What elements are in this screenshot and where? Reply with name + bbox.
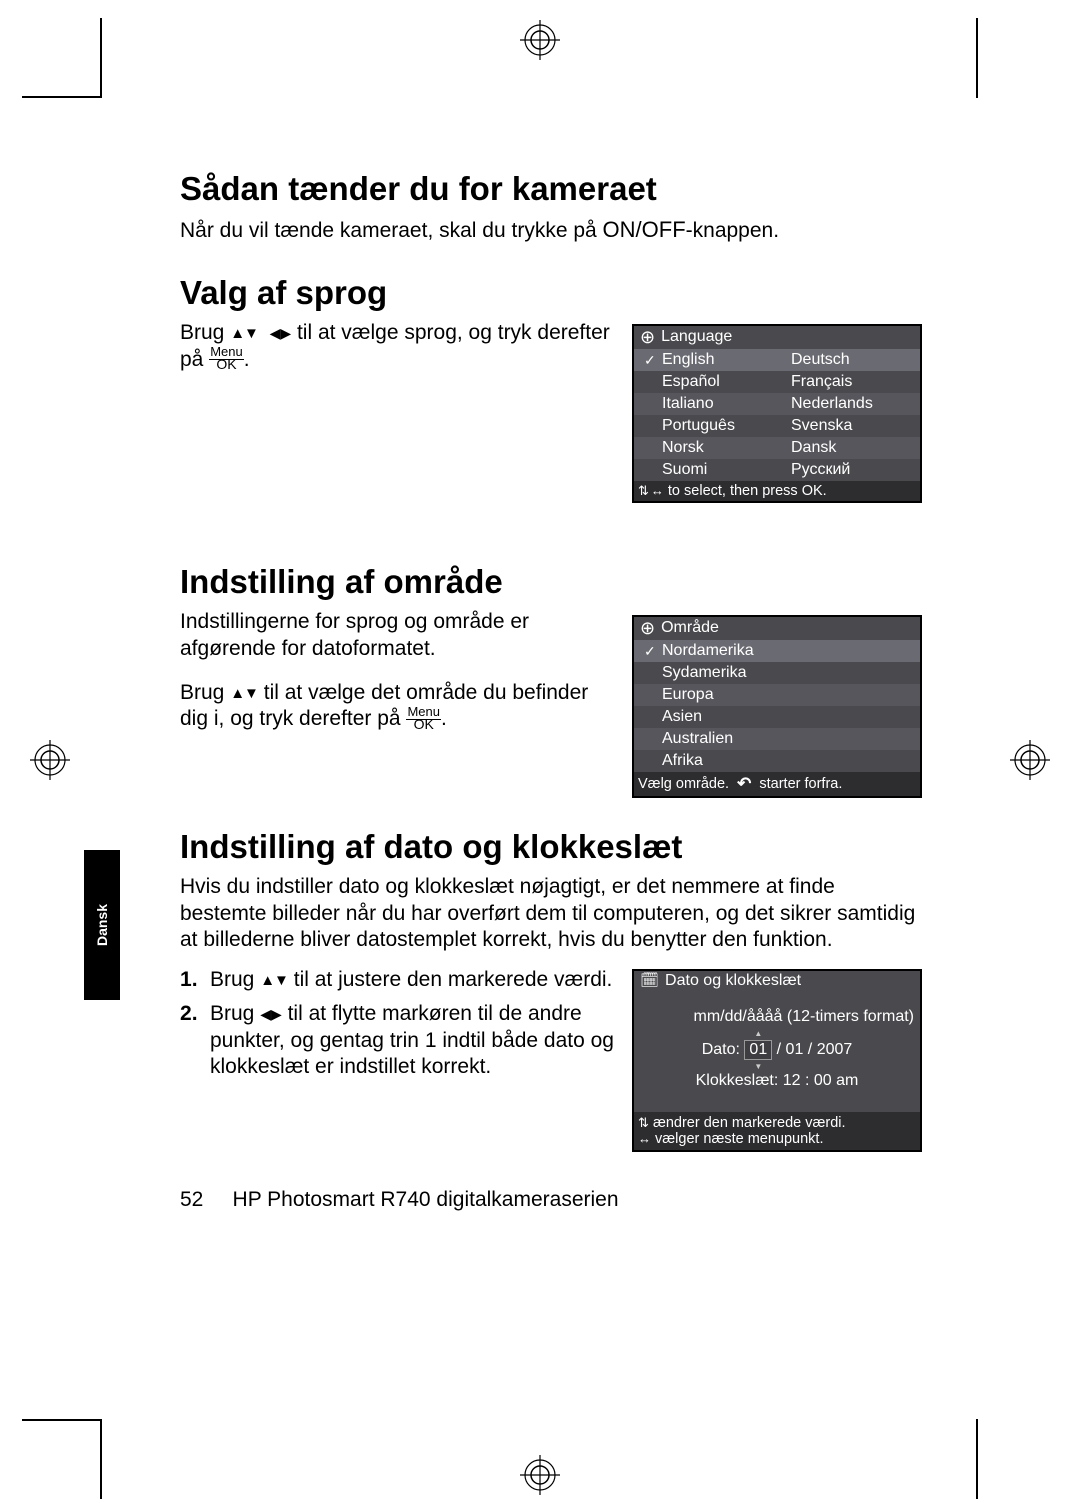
language-option: Deutsch — [791, 351, 920, 369]
heading-region: Indstilling af område — [180, 563, 922, 601]
region-option-row[interactable]: Europa — [634, 684, 920, 706]
datetime-screen: Dato og klokkeslæt mm/dd/åååå (12-timers… — [632, 969, 922, 1152]
language-screen: Language ✓EnglishDeutschEspañolFrançaisI… — [632, 324, 922, 503]
time-row: Klokkeslæt: 12 : 00 am — [634, 1070, 920, 1100]
language-option-row[interactable]: EspañolFrançais — [634, 371, 920, 393]
check-icon: ✓ — [644, 643, 662, 660]
section-language: Valg af sprog Language ✓EnglishDeutschEs… — [180, 274, 922, 503]
language-option: Norsk — [662, 439, 791, 457]
region-option-row[interactable]: Afrika — [634, 750, 920, 772]
paragraph: Når du vil tænde kameraet, skal du trykk… — [180, 216, 922, 244]
date-selected-value[interactable]: 01 — [744, 1040, 772, 1060]
screen-footer: to select, then press OK. — [634, 481, 920, 501]
heading-power-on: Sådan tænder du for kameraet — [180, 170, 922, 208]
language-option-row[interactable]: PortuguêsSvenska — [634, 415, 920, 437]
menu-ok-button-icon: MenuOK — [209, 345, 244, 370]
leftright-arrows-icon — [270, 325, 292, 344]
on-off-label: ON/OFF — [603, 217, 686, 242]
language-tab-label: Dansk — [94, 904, 110, 946]
language-option: Nederlands — [791, 395, 920, 413]
region-screen: Område ✓Nordamerika Sydamerika Europa Asien… — [632, 615, 922, 798]
globe-icon — [640, 617, 655, 638]
heading-language: Valg af sprog — [180, 274, 922, 312]
menu-ok-button-icon: MenuOK — [406, 705, 441, 730]
language-option: Español — [662, 373, 791, 391]
screen-footer: ændrer den markerede værdi. vælger næste… — [634, 1112, 920, 1150]
leftright-arrows-icon — [260, 1006, 282, 1025]
language-option-row[interactable]: ✓EnglishDeutsch — [634, 349, 920, 371]
check-icon: ✓ — [644, 352, 662, 369]
region-option: Nordamerika — [662, 642, 920, 660]
screen-title-bar: Område — [634, 617, 920, 640]
updown-icon — [638, 483, 649, 499]
section-datetime: Indstilling af dato og klokkeslæt Hvis d… — [180, 828, 922, 1152]
language-option: Suomi — [662, 461, 791, 479]
screen-title: Område — [661, 619, 719, 637]
calendar-icon — [640, 971, 659, 990]
language-option: Italiano — [662, 395, 791, 413]
screen-title-bar: Dato og klokkeslæt — [634, 971, 920, 992]
updown-arrows-icon — [230, 325, 258, 344]
page-content: Dansk Sådan tænder du for kameraet Når d… — [180, 170, 922, 1212]
language-option: Français — [791, 373, 920, 391]
language-option: Русский — [791, 461, 920, 479]
language-tab: Dansk — [84, 850, 120, 1000]
screen-title-bar: Language — [634, 326, 920, 349]
screen-title: Language — [661, 328, 732, 346]
paragraph: Brug til at vælge det område du befinder… — [180, 680, 610, 733]
region-option: Sydamerika — [662, 664, 920, 682]
step-2: Brug til at flytte markøren til de andre… — [180, 1001, 620, 1080]
globe-icon — [640, 326, 655, 347]
language-option: Dansk — [791, 439, 920, 457]
region-option-row[interactable]: ✓Nordamerika — [634, 640, 920, 662]
language-option: Svenska — [791, 417, 920, 435]
updown-icon — [638, 1115, 649, 1131]
leftright-icon — [638, 1131, 651, 1147]
page-number: 52 — [180, 1188, 203, 1211]
region-option-row[interactable]: Australien — [634, 728, 920, 750]
screen-title: Dato og klokkeslæt — [665, 972, 801, 990]
heading-datetime: Indstilling af dato og klokkeslæt — [180, 828, 922, 866]
region-option-row[interactable]: Sydamerika — [634, 662, 920, 684]
language-option-row[interactable]: NorskDansk — [634, 437, 920, 459]
footer-title: HP Photosmart R740 digitalkameraserien — [233, 1188, 619, 1211]
region-option-row[interactable]: Asien — [634, 706, 920, 728]
region-option: Australien — [662, 730, 920, 748]
language-option-row[interactable]: ItalianoNederlands — [634, 393, 920, 415]
date-format-label: mm/dd/åååå (12-timers format) — [634, 1004, 920, 1038]
step-1: Brug til at justere den markerede værdi. — [180, 967, 620, 993]
language-option: English — [662, 351, 791, 369]
date-row: Dato: 01 / 01 / 2007 — [634, 1038, 920, 1070]
screen-footer: Vælg område. starter forfra. — [634, 772, 920, 796]
updown-arrows-icon — [230, 685, 258, 704]
paragraph: Indstillingerne for sprog og område er a… — [180, 609, 610, 662]
leftright-icon — [651, 483, 664, 499]
back-icon — [737, 774, 751, 794]
paragraph: Hvis du indstiller dato og klokkeslæt nø… — [180, 874, 922, 953]
updown-arrows-icon — [260, 972, 288, 991]
paragraph: Brug til at vælge sprog, og tryk derefte… — [180, 320, 610, 373]
page-footer: 52 HP Photosmart R740 digitalkameraserie… — [180, 1188, 922, 1212]
language-option: Português — [662, 417, 791, 435]
language-option-row[interactable]: SuomiРусский — [634, 459, 920, 481]
region-option: Asien — [662, 708, 920, 726]
region-option: Afrika — [662, 752, 920, 770]
section-region: Indstilling af område Område ✓Nordamerik… — [180, 563, 922, 798]
region-option: Europa — [662, 686, 920, 704]
section-power-on: Sådan tænder du for kameraet Når du vil … — [180, 170, 922, 244]
